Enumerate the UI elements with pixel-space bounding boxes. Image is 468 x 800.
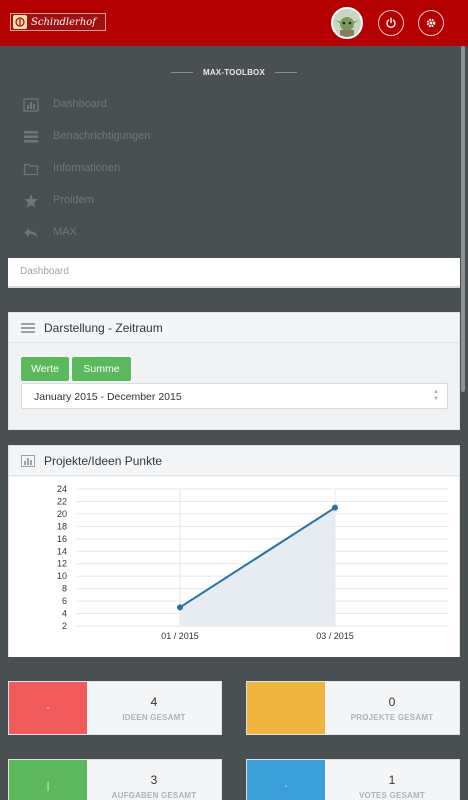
nav-item-notifications[interactable]: Benachrichtigungen [0,123,460,151]
y-tick-label: 14 [57,546,67,556]
panel-title: Darstellung - Zeitraum [44,321,163,335]
sum-button[interactable]: Summe [72,357,131,381]
y-tick-label: 24 [57,484,67,494]
stat-label: IDEEN GESAMT [122,713,186,722]
list-icon [24,131,38,143]
data-point [332,504,338,511]
chart-area: 2 4 6 8 10 12 14 16 18 20 22 24 01 / 2015 03 / 2015 [9,477,459,657]
y-tick-label: 10 [57,571,67,581]
stat-card-projects: 0 PROJEKTE GESAMT [246,681,460,735]
bar-chart-icon [21,455,35,467]
power-icon [386,17,396,29]
stat-swatch: - [247,760,325,800]
nav-item-max[interactable]: MAX [0,219,460,247]
values-button[interactable]: Werte [21,357,69,381]
breadcrumb: Dashboard [8,258,460,288]
select-arrows-icon: ▲ ▼ [433,389,439,402]
stat-swatch: - [9,682,87,734]
avatar[interactable] [331,7,363,39]
stat-label: AUFGABEN GESAMT [111,791,197,800]
stat-label: PROJEKTE GESAMT [350,713,434,722]
y-tick-label: 2 [62,621,67,631]
gear-icon [426,18,436,28]
nav-item-label: Informationen [53,162,121,174]
nav-item-label: MAX [53,226,77,238]
nav-item-label: Benachrichtigungen [53,130,151,142]
stat-card-votes: - 1 VOTES GESAMT [246,759,460,800]
x-tick-label: 03 / 2015 [316,631,354,641]
nav-item-label: Proidem [53,194,94,206]
panel-header: Darstellung - Zeitraum [9,313,459,343]
top-bar: Schindlerhof [0,0,468,46]
y-tick-label: 4 [62,609,67,619]
bar-chart-icon [23,98,39,112]
stat-label: VOTES GESAMT [359,791,425,800]
x-tick-label: 01 / 2015 [161,631,199,641]
data-point [177,604,183,611]
timeframe-panel: Darstellung - Zeitraum Werte Summe Janua… [8,312,460,430]
y-tick-label: 20 [57,509,67,519]
folder-icon [23,163,39,176]
stat-value: 3 [150,773,158,787]
nav-header: MAX-TOOLBOX [0,64,468,80]
logo-text: Schindlerhof [31,16,96,28]
y-tick-label: 22 [57,496,67,506]
date-range-select[interactable]: January 2015 - December 2015 ▲ ▼ [21,383,448,409]
list-icon [21,323,35,333]
date-range-value: January 2015 - December 2015 [34,391,182,403]
stat-card-tasks: | 3 AUFGABEN GESAMT [8,759,222,800]
nav-item-proidem[interactable]: Proidem [0,187,460,215]
y-tick-label: 12 [57,559,67,569]
nav-item-dashboard[interactable]: Dashboard [0,91,460,119]
y-tick-label: 18 [57,521,67,531]
stat-swatch [247,682,325,734]
logo-mark-icon [13,15,27,29]
y-tick-label: 6 [62,596,67,606]
stat-value: 4 [150,695,158,709]
stat-card-ideas: - 4 IDEEN GESAMT [8,681,222,735]
logo[interactable]: Schindlerhof [10,13,106,31]
series-area [180,507,335,626]
stat-value: 1 [388,773,396,787]
reply-icon [24,228,38,238]
nav-item-label: Dashboard [53,98,107,110]
stat-swatch: | [9,760,87,800]
breadcrumb-label: Dashboard [20,266,69,277]
stat-value: 0 [388,695,396,709]
star-icon [24,194,38,208]
power-button[interactable] [378,10,404,36]
nav-item-information[interactable]: Informationen [0,155,460,183]
y-tick-label: 16 [57,534,67,544]
points-chart: 2468101214161820222401 / 2015 03 / 2015 [57,484,449,641]
panel-title: Projekte/Ideen Punkte [44,454,163,468]
chart-panel: Projekte/Ideen Punkte 2 4 6 8 10 12 14 16 18 20 22… [8,445,460,657]
y-tick-label: 8 [62,584,67,594]
nav-title: MAX-TOOLBOX [202,67,266,77]
settings-button[interactable] [418,10,444,36]
panel-header: Projekte/Ideen Punkte [9,446,459,476]
scrollbar[interactable] [461,46,465,392]
